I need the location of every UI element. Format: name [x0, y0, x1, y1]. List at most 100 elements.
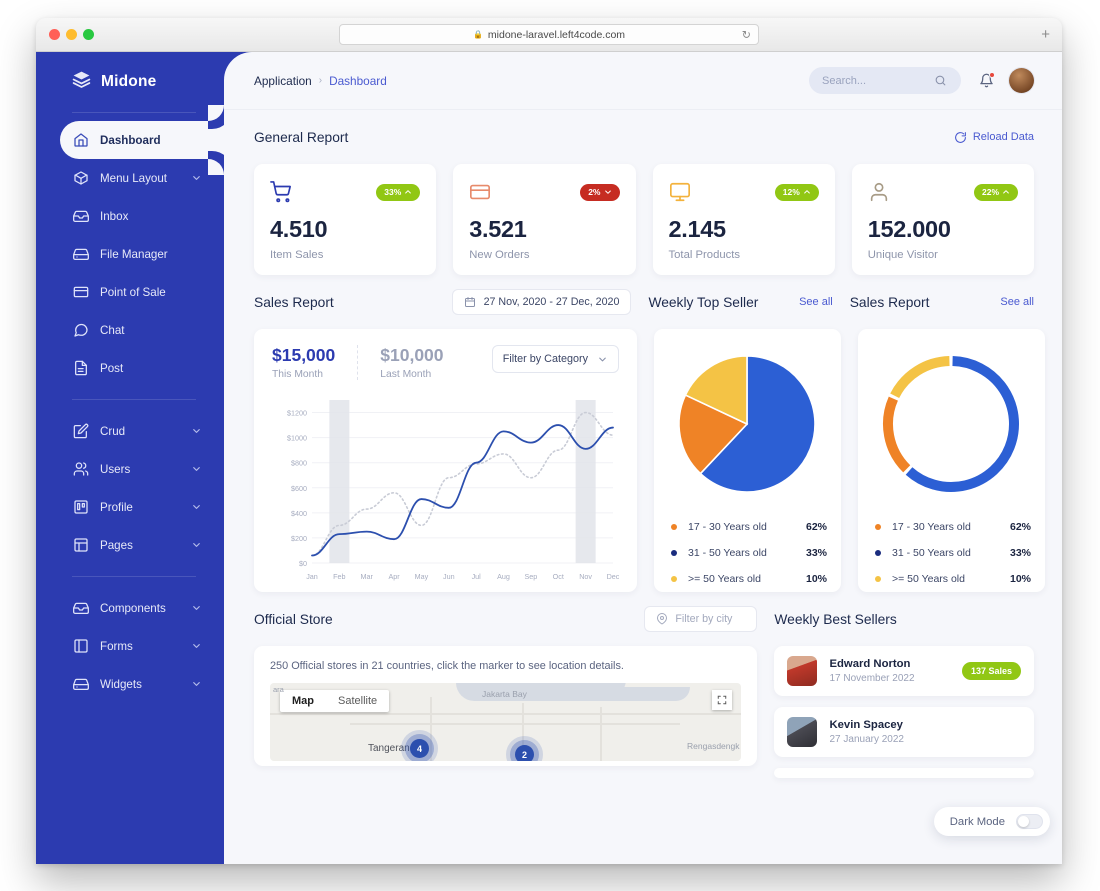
sidebar-item-label: Chat [100, 323, 125, 337]
chevron-down-icon[interactable] [191, 502, 202, 513]
map-type-map[interactable]: Map [280, 690, 326, 712]
layout-icon [72, 537, 89, 554]
sidebar-item-point-of-sale[interactable]: Point of Sale [36, 273, 224, 311]
sidebar-item-forms[interactable]: Forms [36, 627, 224, 665]
search-box[interactable] [809, 67, 961, 94]
sidebar-item-users[interactable]: Users [36, 450, 224, 488]
search-input[interactable] [822, 74, 934, 87]
brand-logo[interactable]: Midone [36, 52, 224, 112]
sidebar-item-chat[interactable]: Chat [36, 311, 224, 349]
sidebar-item-widgets[interactable]: Widgets [36, 665, 224, 703]
brand-name: Midone [101, 73, 157, 90]
map-type-satellite[interactable]: Satellite [326, 690, 389, 712]
breadcrumb-application[interactable]: Application [254, 74, 312, 88]
map-marker-cluster[interactable]: 2 [515, 745, 534, 761]
sidebar-item-menu-layout[interactable]: Menu Layout [36, 159, 224, 197]
legend-percent: 10% [805, 573, 827, 585]
avatar[interactable] [1009, 68, 1034, 93]
trello-icon [72, 499, 89, 516]
breadcrumb-dashboard[interactable]: Dashboard [329, 74, 387, 88]
list-item-partial[interactable] [774, 768, 1034, 778]
stat-card[interactable]: 12% 2.145 Total Products [652, 164, 835, 280]
lock-icon: 🔒 [472, 30, 483, 39]
sidebar-item-crud[interactable]: Crud [36, 412, 224, 450]
arrow-up-icon [803, 190, 810, 194]
reload-icon[interactable]: ↻ [742, 28, 751, 41]
inbox-icon [72, 210, 89, 222]
chevron-down-icon[interactable] [191, 679, 202, 690]
legend-label: >= 50 Years old [688, 573, 761, 585]
search-icon[interactable] [934, 74, 947, 87]
map-marker-cluster[interactable]: 4 [410, 739, 429, 758]
legend-color-dot [671, 550, 677, 556]
close-window-button[interactable] [49, 29, 60, 40]
chevron-down-icon [599, 357, 606, 361]
date-range-text: 27 Nov, 2020 - 27 Dec, 2020 [483, 296, 620, 308]
chevron-down-icon[interactable] [191, 641, 202, 652]
minimize-window-button[interactable] [66, 29, 77, 40]
sidebar-item-inbox[interactable]: Inbox [36, 197, 224, 235]
stat-card-top: 22% [868, 179, 1018, 205]
stat-card-label: Total Products [668, 249, 741, 261]
bottom-row-headers: Official Store Filter by city Weekly Bes… [254, 592, 1034, 646]
sidebar-item-file-manager[interactable]: File Manager [36, 235, 224, 273]
credit-card-icon [72, 284, 89, 301]
general-report-header: General Report Reload Data [254, 110, 1034, 164]
chevron-down-icon[interactable] [191, 426, 202, 437]
sales-line-chart: $0 $200 $400 $600 $800 $1000 $1200 Jan Feb Mar Apr… [272, 392, 620, 592]
calendar-icon [464, 297, 475, 307]
sidebar-item-pages[interactable]: Pages [36, 526, 224, 564]
stat-card[interactable]: 33% 4.510 Item Sales [254, 164, 437, 280]
maximize-window-button[interactable] [83, 29, 94, 40]
weekly-top-seller-see-all[interactable]: See all [799, 296, 833, 308]
chevron-down-icon[interactable] [191, 603, 202, 614]
hard-drive-icon [72, 676, 89, 693]
chevron-down-icon[interactable] [191, 540, 202, 551]
list-item[interactable]: Kevin Spacey 27 January 2022 [774, 707, 1034, 757]
credit-card-icon [469, 181, 491, 203]
scroll-area[interactable]: General Report Reload Data 33% 4.510 Ite… [224, 110, 1062, 864]
address-bar[interactable]: 🔒 midone-laravel.left4code.com ↻ [339, 24, 759, 45]
city-filter-input[interactable]: Filter by city [644, 606, 758, 632]
notifications-button[interactable] [979, 72, 995, 88]
sales-report-title: Sales Report [254, 294, 334, 310]
weekly-best-sellers-title: Weekly Best Sellers [774, 611, 897, 627]
donut-chart [872, 347, 1031, 507]
sales-report-donut-see-all[interactable]: See all [1000, 296, 1034, 308]
sidebar-item-dashboard[interactable]: Dashboard [60, 105, 224, 175]
dark-mode-switch[interactable] [1016, 814, 1043, 829]
new-tab-button[interactable]: + [1041, 27, 1050, 42]
sidebar-item-components[interactable]: Components [36, 589, 224, 627]
pie-slice [883, 396, 911, 473]
chevron-down-icon[interactable] [191, 464, 202, 475]
date-range-picker[interactable]: 27 Nov, 2020 - 27 Dec, 2020 [451, 289, 632, 315]
stat-card[interactable]: 22% 152.000 Unique Visitor [851, 164, 1034, 280]
refresh-icon [954, 131, 966, 143]
sidebar-item-profile[interactable]: Profile [36, 488, 224, 526]
stat-card-label: New Orders [469, 249, 530, 261]
donut-chart-legend: 17 - 30 Years old 62% 31 - 50 Years old … [872, 521, 1031, 585]
chevron-down-icon[interactable] [191, 173, 202, 184]
map-fullscreen-button[interactable] [712, 690, 733, 710]
seller-date: 17 November 2022 [829, 673, 915, 684]
list-item[interactable]: Edward Norton 17 November 2022 137 Sales [774, 646, 1034, 696]
stat-card[interactable]: 2% 3.521 New Orders [453, 164, 636, 280]
map-type-toggle[interactable]: Map Satellite [280, 690, 390, 712]
dark-mode-toggle[interactable]: Dark Mode [933, 807, 1050, 836]
arrow-up-icon [405, 190, 412, 194]
weekly-best-sellers-list: Edward Norton 17 November 2022 137 Sales… [774, 646, 1034, 789]
sidebar-icon [73, 639, 88, 653]
reload-data-button[interactable]: Reload Data [954, 131, 1034, 144]
pie-slice [905, 356, 1019, 492]
map-widget[interactable]: Map Satellite ara Jakarta Bay Rengasdeng… [270, 683, 742, 761]
sidebar-item-post[interactable]: Post [36, 349, 224, 387]
avatar [787, 717, 818, 747]
sidebar-divider [72, 399, 196, 400]
breadcrumb: Application › Dashboard [254, 74, 387, 88]
sidebar-nav: Dashboard Menu Layout Inbox File Manager Poi… [36, 105, 224, 703]
stat-card-top: 33% [270, 179, 421, 205]
sidebar-item-label: Crud [100, 424, 126, 438]
filter-by-category-select[interactable]: Filter by Category [491, 345, 619, 373]
message-icon [72, 322, 89, 339]
arrow-down-icon [604, 190, 611, 194]
